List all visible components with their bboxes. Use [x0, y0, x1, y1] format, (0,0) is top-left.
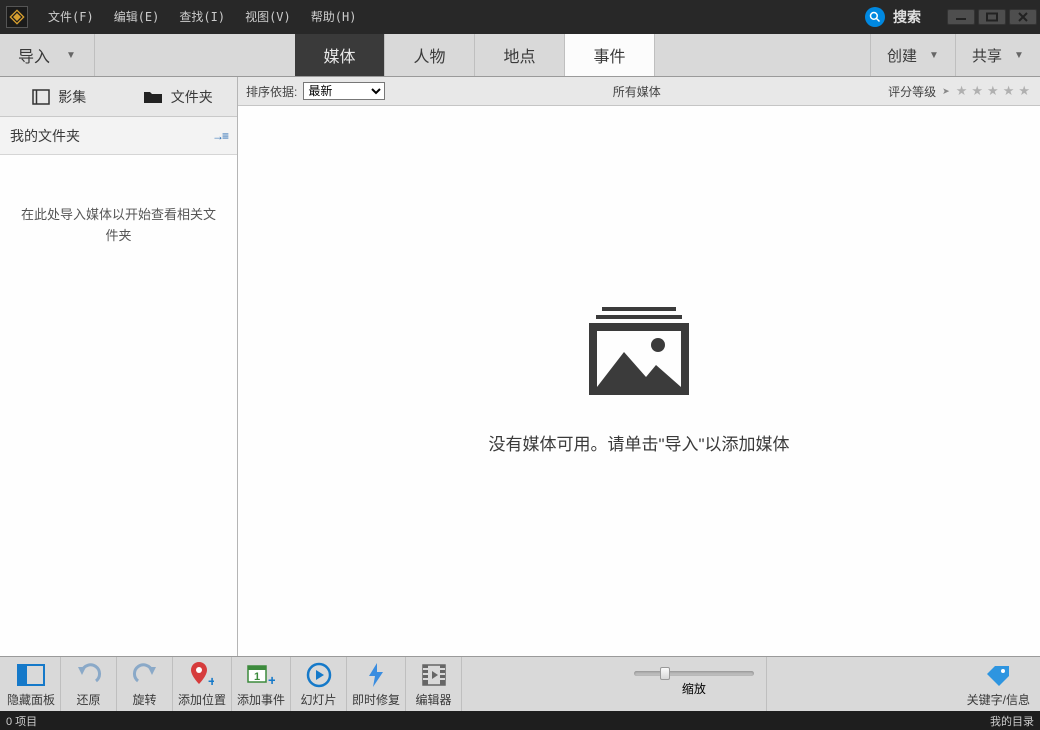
rating-star-3[interactable]: ★	[987, 83, 999, 99]
left-tab-folders[interactable]: 文件夹	[119, 77, 238, 116]
tool-add-event[interactable]: 1+ 添加事件	[232, 657, 291, 711]
search-icon	[865, 7, 885, 27]
rating-direction-icon[interactable]: ➤	[942, 86, 950, 97]
tool-rotate[interactable]: 旋转	[117, 657, 173, 711]
sort-label: 排序依据:	[246, 83, 297, 100]
folder-icon	[143, 89, 163, 105]
rating-star-2[interactable]: ★	[971, 83, 983, 99]
create-button[interactable]: 创建▼	[870, 34, 955, 76]
window-close[interactable]	[1009, 9, 1037, 25]
search-label: 搜索	[893, 7, 921, 27]
svg-text:+: +	[208, 673, 214, 688]
svg-text:+: +	[268, 672, 275, 687]
empty-media-icon	[584, 307, 694, 402]
tool-editor[interactable]: 编辑器	[406, 657, 462, 711]
window-minimize[interactable]	[947, 9, 975, 25]
tab-places[interactable]: 地点	[475, 34, 565, 76]
tool-keywords-info[interactable]: 关键字/信息	[959, 657, 1038, 711]
rating-star-4[interactable]: ★	[1003, 83, 1015, 99]
caret-down-icon: ▼	[1014, 50, 1024, 61]
menu-view[interactable]: 视图(V)	[235, 0, 301, 34]
folders-empty-message: 在此处导入媒体以开始查看相关文件夹	[0, 155, 237, 247]
tool-undo[interactable]: 还原	[61, 657, 117, 711]
import-button[interactable]: 导入▼	[0, 34, 95, 76]
bottom-toolbar: 隐藏面板 还原 旋转 + 添加位置 1+ 添加事件 幻灯片 即时修复 编辑器 缩…	[0, 656, 1040, 711]
main-tabs: 媒体 人物 地点 事件	[295, 34, 655, 76]
sort-select[interactable]: 最新	[303, 82, 385, 100]
album-icon	[32, 89, 50, 105]
share-button[interactable]: 共享▼	[955, 34, 1040, 76]
menu-help[interactable]: 帮助(H)	[301, 0, 367, 34]
folders-section-header: 我的文件夹 →≡	[0, 117, 237, 155]
status-item-count: 0 项目	[6, 713, 37, 729]
status-catalog[interactable]: 我的目录	[990, 713, 1034, 729]
empty-media-text: 没有媒体可用。请单击"导入"以添加媒体	[488, 430, 789, 455]
app-icon	[6, 6, 28, 28]
window-maximize[interactable]	[978, 9, 1006, 25]
tab-media[interactable]: 媒体	[295, 34, 385, 76]
rating-label: 评分等级	[888, 83, 936, 100]
search-button[interactable]: 搜索	[865, 7, 937, 27]
tool-instant-fix[interactable]: 即时修复	[347, 657, 406, 711]
media-filter[interactable]: 所有媒体	[385, 83, 888, 100]
menu-file[interactable]: 文件(F)	[38, 0, 104, 34]
zoom-control[interactable]: 缩放	[622, 657, 767, 711]
tab-people[interactable]: 人物	[385, 34, 475, 76]
statusbar: 0 项目 我的目录	[0, 711, 1040, 730]
rating-star-5[interactable]: ★	[1018, 83, 1030, 99]
sortbar: 排序依据: 最新 所有媒体 评分等级 ➤ ★ ★ ★ ★ ★	[238, 77, 1040, 106]
tool-slideshow[interactable]: 幻灯片	[291, 657, 347, 711]
actionbar: 导入▼ 媒体 人物 地点 事件 创建▼ 共享▼	[0, 34, 1040, 77]
zoom-thumb[interactable]	[660, 667, 670, 680]
tab-events[interactable]: 事件	[565, 34, 655, 76]
menu-edit[interactable]: 编辑(E)	[104, 0, 170, 34]
caret-down-icon: ▼	[66, 50, 76, 61]
folder-sort-toggle[interactable]: →≡	[212, 129, 227, 143]
tool-add-place[interactable]: + 添加位置	[173, 657, 232, 711]
tool-hide-panel[interactable]: 隐藏面板	[2, 657, 61, 711]
left-panel: 影集 文件夹 我的文件夹 →≡ 在此处导入媒体以开始查看相关文件夹	[0, 77, 238, 656]
menu-find[interactable]: 查找(I)	[169, 0, 235, 34]
svg-text:1: 1	[254, 671, 260, 683]
main-content: 排序依据: 最新 所有媒体 评分等级 ➤ ★ ★ ★ ★ ★	[238, 77, 1040, 656]
titlebar: 文件(F) 编辑(E) 查找(I) 视图(V) 帮助(H) 搜索	[0, 0, 1040, 34]
rating-star-1[interactable]: ★	[956, 83, 968, 99]
caret-down-icon: ▼	[929, 50, 939, 61]
left-tab-albums[interactable]: 影集	[0, 77, 119, 116]
